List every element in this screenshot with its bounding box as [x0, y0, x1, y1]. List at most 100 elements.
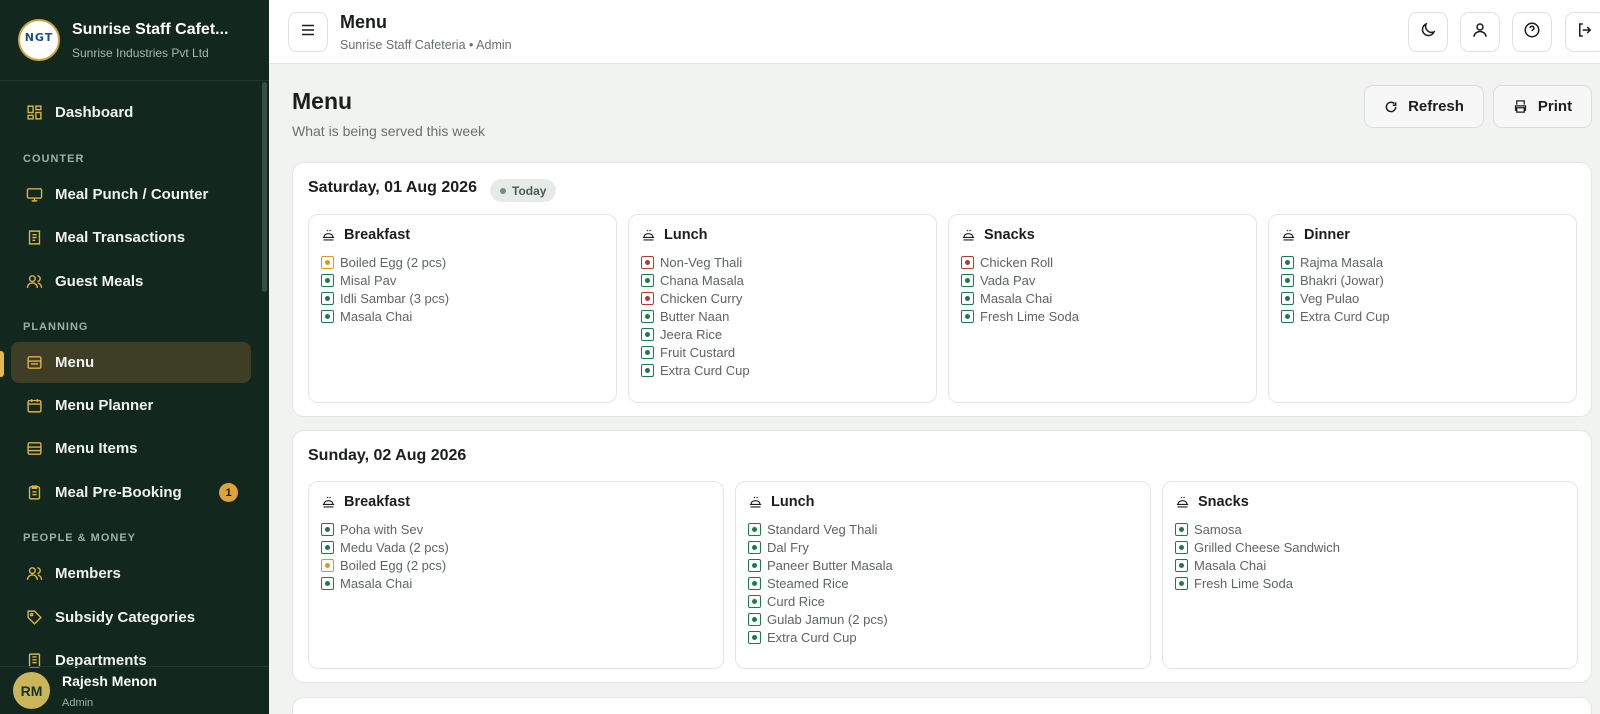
menu-item-label: Misal Pav	[340, 272, 397, 288]
print-label: Print	[1537, 98, 1573, 115]
veg-marker-icon	[321, 540, 334, 554]
refresh-button[interactable]: Refresh	[1364, 85, 1484, 128]
veg-marker-icon	[1281, 273, 1294, 287]
veg-marker-icon	[641, 273, 654, 287]
list-item: Masala Chai	[321, 307, 449, 325]
list-item: Grilled Cheese Sandwich	[1175, 538, 1340, 556]
logo-text: NGT	[24, 31, 54, 44]
veg-marker-icon	[1175, 522, 1188, 536]
veg-marker-icon	[748, 522, 761, 536]
list-item: Extra Curd Cup	[1281, 307, 1390, 325]
top-bar: Menu Sunrise Staff Cafeteria • Admin	[269, 0, 1600, 64]
menu-card-icon	[25, 354, 43, 372]
meal-card-breakfast: Breakfast Boiled Egg (2 pcs) Misal Pav Idli…	[308, 214, 617, 403]
list-item: Fresh Lime Soda	[1175, 574, 1340, 592]
list-item: Dal Fry	[748, 538, 893, 556]
meal-card-lunch: Lunch Standard Veg Thali Dal Fry Paneer But…	[735, 481, 1151, 669]
list-item: Paneer Butter Masala	[748, 556, 893, 574]
sidebar-item-subsidy-categories[interactable]: Subsidy Categories	[11, 597, 251, 638]
menu-item-label: Idli Sambar (3 pcs)	[340, 290, 450, 306]
menu-item-label: Chicken Curry	[660, 290, 743, 306]
list-item: Medu Vada (2 pcs)	[321, 538, 449, 556]
veg-marker-icon	[321, 273, 334, 287]
logout-button[interactable]	[1565, 12, 1600, 52]
veg-marker-icon	[748, 558, 761, 572]
list-item: Boiled Egg (2 pcs)	[321, 253, 449, 271]
meal-name: Breakfast	[344, 494, 411, 510]
day-panel	[292, 697, 1592, 714]
veg-marker-icon	[748, 630, 761, 644]
help-button[interactable]	[1512, 12, 1552, 52]
veg-marker-icon	[321, 291, 334, 305]
sidebar-item-label: Members	[55, 565, 121, 582]
menu-item-label: Grilled Cheese Sandwich	[1194, 539, 1340, 555]
sidebar-item-label: Meal Punch / Counter	[55, 186, 209, 203]
menu-item-label: Extra Curd Cup	[1300, 308, 1390, 324]
sidebar-item-menu-planner[interactable]: Menu Planner	[11, 385, 251, 426]
sidebar-item-dashboard[interactable]: Dashboard	[11, 92, 251, 133]
page-header-subtitle: Sunrise Staff Cafeteria • Admin	[340, 38, 512, 52]
sidebar-item-label: Guest Meals	[55, 273, 144, 290]
menu-item-list: Standard Veg Thali Dal Fry Paneer Butter M…	[748, 520, 893, 646]
veg-marker-icon	[1175, 558, 1188, 572]
menu-item-label: Paneer Butter Masala	[767, 557, 893, 573]
veg-marker-icon	[1175, 576, 1188, 590]
menu-item-list: Poha with Sev Medu Vada (2 pcs) Boiled Egg…	[321, 520, 449, 592]
sidebar-item-members[interactable]: Members	[11, 553, 251, 594]
meal-name: Lunch	[771, 494, 815, 510]
hamburger-icon	[299, 21, 317, 44]
nonveg-marker-icon	[641, 255, 654, 269]
menu-item-label: Masala Chai	[340, 308, 413, 324]
page-header-title: Menu	[340, 12, 387, 32]
list-item: Non-Veg Thali	[641, 253, 750, 271]
menu-item-label: Non-Veg Thali	[660, 254, 743, 270]
veg-marker-icon	[1281, 309, 1294, 323]
list-item: Gulab Jamun (2 pcs)	[748, 610, 893, 628]
menu-item-label: Jeera Rice	[660, 326, 723, 342]
meal-name: Breakfast	[344, 227, 411, 243]
theme-toggle-button[interactable]	[1408, 12, 1448, 52]
nonveg-marker-icon	[961, 255, 974, 269]
section-label-counter: COUNTER	[23, 153, 85, 165]
sidebar-item-menu[interactable]: Menu	[11, 342, 251, 383]
list-item: Extra Curd Cup	[748, 628, 893, 646]
menu-item-label: Masala Chai	[980, 290, 1053, 306]
meal-title: Snacks	[1175, 494, 1249, 510]
veg-marker-icon	[321, 309, 334, 323]
sidebar-item-label: Subsidy Categories	[55, 609, 196, 626]
egg-marker-icon	[321, 255, 334, 269]
user-icon	[1471, 21, 1489, 44]
sidebar-item-menu-items[interactable]: Menu Items	[11, 428, 251, 469]
sidebar: NGT Sunrise Staff Cafet... Sunrise Indus…	[0, 0, 269, 714]
meal-name: Lunch	[664, 227, 708, 243]
brand-header[interactable]: NGT Sunrise Staff Cafet... Sunrise Indus…	[0, 0, 269, 81]
meal-title: Lunch	[748, 494, 815, 510]
veg-marker-icon	[1281, 291, 1294, 305]
sidebar-item-guest-meals[interactable]: Guest Meals	[11, 261, 251, 302]
day-panel: Sunday, 02 Aug 2026 Breakfast Poha with S…	[292, 430, 1592, 683]
user-profile[interactable]: RM Rajesh Menon Admin	[0, 666, 269, 714]
hamburger-menu-button[interactable]	[288, 12, 328, 52]
list-item: Samosa	[1175, 520, 1340, 538]
dish-icon	[1281, 228, 1296, 243]
sidebar-item-label: Meal Transactions	[55, 229, 186, 246]
print-button[interactable]: Print	[1493, 85, 1592, 128]
active-indicator	[0, 351, 4, 377]
day-panel: Saturday, 01 Aug 2026 Today Breakfast Boi…	[292, 162, 1592, 417]
veg-marker-icon	[748, 540, 761, 554]
menu-item-label: Veg Pulao	[1300, 290, 1360, 306]
profile-button[interactable]	[1460, 12, 1500, 52]
user-name: Rajesh Menon	[62, 672, 157, 689]
menu-item-label: Poha with Sev	[340, 521, 424, 537]
veg-marker-icon	[321, 576, 334, 590]
menu-item-label: Boiled Egg (2 pcs)	[340, 254, 447, 270]
list-item: Butter Naan	[641, 307, 750, 325]
sidebar-scrollbar[interactable]	[262, 82, 267, 292]
sidebar-item-label: Menu Planner	[55, 397, 154, 414]
menu-item-label: Fruit Custard	[660, 344, 736, 360]
dish-icon	[641, 228, 656, 243]
sidebar-item-meal-punch[interactable]: Meal Punch / Counter	[11, 174, 251, 215]
meal-card-breakfast: Breakfast Poha with Sev Medu Vada (2 pcs) B…	[308, 481, 724, 669]
sidebar-item-meal-prebooking[interactable]: Meal Pre-Booking 1	[11, 472, 251, 513]
sidebar-item-meal-transactions[interactable]: Meal Transactions	[11, 217, 251, 258]
